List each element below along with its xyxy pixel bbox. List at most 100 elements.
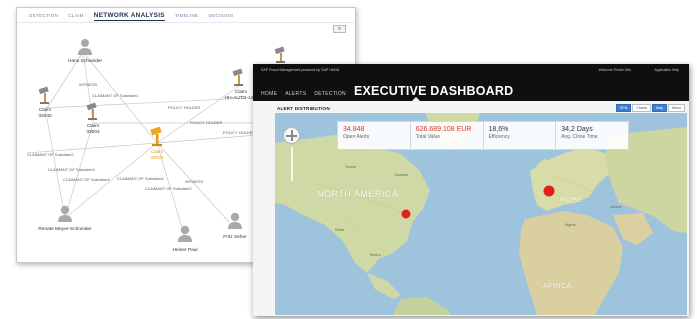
person-icon (58, 215, 72, 222)
edge-label: CLAIMANT OF Subclaim1 (92, 93, 139, 98)
claim-node-33040 (38, 86, 49, 104)
gavel-icon (44, 93, 46, 102)
nav-detection[interactable]: DETECTION (314, 91, 346, 97)
person-icon (180, 225, 190, 235)
claim-label: Claim (39, 107, 51, 113)
view-menu-button[interactable]: Menu (668, 104, 685, 112)
kpi-value: 18,6% (488, 126, 509, 133)
gavel-icon (152, 144, 162, 146)
kpi-label: Open Alerts (343, 134, 370, 140)
kpi-bar: 34.848 Open Alerts 626.689.108 EUR Total… (337, 121, 629, 150)
gavel-icon (234, 84, 243, 86)
person-label: Hans Schneider (68, 58, 103, 64)
person-label: Renate Meyer-Schneider (38, 226, 92, 232)
gavel-icon (86, 102, 97, 111)
edge-label: CLAIMANT OF Subclaim2 (27, 152, 74, 157)
claim-label: Claim (87, 123, 99, 129)
zoom-slider[interactable] (291, 147, 293, 181)
edge (44, 97, 248, 109)
edge-label: CLAIMANT OF Subclaim3 (48, 167, 95, 172)
edge-label: POLICY HOLDER (190, 120, 222, 125)
kpi-value: 626.689.108 EUR (415, 126, 472, 133)
city-label: Montreal (395, 173, 409, 177)
pan-zoom-icon[interactable] (283, 127, 300, 144)
kpi-label: Avg. Close Time (561, 134, 598, 140)
dashboard-content: ALERT DISTRIBUTION KPIs Charts Map Menu (253, 101, 689, 316)
person-icon (78, 48, 92, 55)
view-switcher: KPIs Charts Map Menu (615, 104, 685, 112)
claim-number: 33021 (150, 155, 164, 161)
kpi-efficiency[interactable]: 18,6% Efficiency (484, 122, 557, 149)
kpi-total-value[interactable]: 626.689.108 EUR Total Value (411, 122, 484, 149)
person-label: Heiner Paul (172, 247, 197, 253)
gavel-icon (280, 53, 282, 61)
view-charts-button[interactable]: Charts (632, 104, 651, 112)
person-icon (230, 212, 240, 222)
edge-label: CLAIMANT OF Subclaim4 (63, 177, 110, 182)
person-icon (178, 235, 192, 242)
region-label-europe: ROPE (560, 197, 582, 204)
gavel-icon (38, 86, 49, 95)
city-label: Dallas (335, 228, 345, 232)
edge-label: POLICY HOLDER (223, 130, 255, 135)
section-title: ALERT DISTRIBUTION (277, 106, 330, 111)
claim-node-hh-auto (232, 68, 243, 86)
alert-map[interactable]: NORTH AMERICA ROPE AFRICA Toronto Montre… (275, 113, 687, 315)
executive-dashboard-window: SAP Fraud Management powered by SAP HANA… (253, 64, 689, 316)
city-label: Algeria (565, 223, 576, 227)
region-label-north-america: NORTH AMERICA (317, 189, 399, 199)
gavel-icon (92, 109, 94, 118)
person-label: Fritz Seher (223, 234, 247, 240)
edge (44, 107, 66, 219)
kpi-open-alerts[interactable]: 34.848 Open Alerts (338, 122, 411, 149)
person-icon (81, 39, 89, 47)
claim-label: Claim (235, 89, 247, 95)
edge-label: CLAIMANT OF Subclaim2 (145, 186, 192, 191)
land-south-america (393, 297, 451, 315)
city-label: Mexico (370, 253, 381, 257)
edge-label: POLICY HOLDER (168, 105, 200, 110)
view-map-button[interactable]: Map (652, 104, 667, 112)
kpi-label: Total Value (415, 134, 441, 140)
region-label-africa: AFRICA (543, 283, 572, 290)
kpi-value: 34,2 Days (561, 126, 593, 133)
claim-label: Claim (151, 149, 163, 155)
land-north-america (275, 135, 430, 273)
main-nav: HOME ALERTS DETECTION EXECUTIVE DASHBOAR… (261, 84, 513, 98)
edge-label: WITNESS (185, 179, 204, 184)
alert-marker-north-america (401, 209, 411, 219)
gavel-icon (232, 68, 243, 77)
alert-marker-europe (543, 185, 555, 197)
page-title[interactable]: EXECUTIVE DASHBOARD (354, 84, 513, 98)
screenshot-composite: DETECTION CLAIM NETWORK ANALYSIS TIMELIN… (0, 0, 697, 319)
kpi-avg-close-time[interactable]: 34,2 Days Avg. Close Time (556, 122, 628, 149)
nav-home[interactable]: HOME (261, 91, 277, 97)
claim-number: 33040 (38, 113, 52, 119)
gavel-icon (238, 75, 240, 84)
gavel-icon (274, 46, 285, 55)
gavel-icon (276, 61, 285, 63)
city-label: Toronto (345, 165, 357, 169)
kpi-label: Efficiency (488, 134, 510, 140)
person-node-hans-schneider (78, 39, 92, 55)
edge-label: CLAIMANT OF Subclaim5 (117, 176, 164, 181)
claim-number: 33004 (86, 129, 100, 135)
gavel-icon (156, 134, 159, 144)
gavel-icon (40, 102, 49, 104)
claim-node-partial (274, 46, 285, 63)
gavel-icon (88, 118, 97, 120)
person-node-fritz-seher (228, 212, 242, 229)
edge-label: WITNESS (79, 82, 98, 87)
nav-alerts[interactable]: ALERTS (285, 91, 306, 97)
person-icon (228, 222, 242, 229)
application-help-link[interactable]: Application Help (654, 68, 679, 72)
claim-node-33004 (86, 102, 97, 120)
land-central-america (367, 273, 401, 299)
person-node-heiner-paul (178, 225, 192, 242)
welcome-user: Welcome Tineke Otto (598, 68, 631, 72)
brand-text: SAP Fraud Management powered by SAP HANA (261, 68, 340, 72)
city-label: Ukraine (610, 205, 622, 209)
view-kpis-button[interactable]: KPIs (615, 104, 632, 112)
person-icon (60, 205, 70, 215)
kpi-value: 34.848 (343, 126, 365, 133)
